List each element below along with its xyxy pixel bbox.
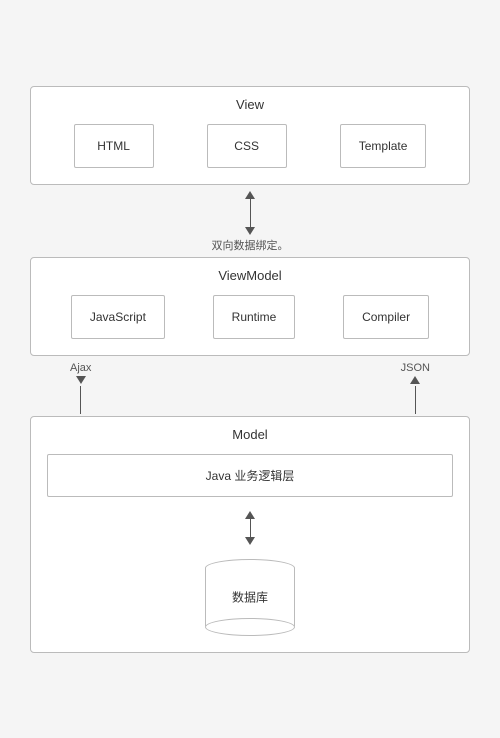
view-items: HTML CSS Template: [47, 124, 453, 168]
json-label: JSON: [401, 362, 430, 374]
db-arrow: [245, 511, 255, 545]
viewmodel-items: JavaScript Runtime Compiler: [47, 295, 453, 339]
arrowhead-up: [245, 191, 255, 199]
compiler-box: Compiler: [343, 295, 429, 339]
ajax-label: Ajax: [70, 362, 91, 374]
ajax-line: [80, 386, 81, 414]
viewmodel-title: ViewModel: [47, 268, 453, 283]
arrow-vm-model: Ajax JSON: [30, 356, 470, 416]
model-inner: Java 业务逻辑层 数据库: [47, 454, 453, 636]
java-box: Java 业务逻辑层: [47, 454, 453, 497]
model-layer: Model Java 业务逻辑层 数据库: [30, 416, 470, 653]
db-line: [250, 519, 251, 537]
javascript-box: JavaScript: [71, 295, 165, 339]
arrow-label-binding: 双向数据绑定。: [212, 237, 289, 253]
view-layer: View HTML CSS Template: [30, 86, 470, 185]
db-arrowhead-down: [245, 537, 255, 545]
cyl-rect: [205, 568, 295, 626]
html-box: HTML: [74, 124, 154, 168]
arrow-view-vm: 双向数据绑定。: [30, 185, 470, 257]
db-arrowhead-up: [245, 511, 255, 519]
arrowhead-down: [245, 227, 255, 235]
bidirectional-arrow: [245, 191, 255, 235]
css-box: CSS: [207, 124, 287, 168]
database-cylinder: 数据库: [205, 559, 295, 636]
json-arrow-col: JSON: [401, 362, 430, 414]
runtime-box: Runtime: [213, 295, 296, 339]
json-arrowhead-up: [410, 376, 420, 384]
arrow-line: [250, 199, 251, 227]
model-title: Model: [47, 427, 453, 442]
ajax-arrow-col: Ajax: [70, 362, 91, 414]
diagram: View HTML CSS Template 双向数据绑定。 ViewModel…: [20, 66, 480, 673]
cyl-bottom: [205, 618, 295, 636]
json-line: [415, 386, 416, 414]
view-title: View: [47, 97, 453, 112]
ajax-arrowhead-down: [76, 376, 86, 384]
viewmodel-layer: ViewModel JavaScript Runtime Compiler: [30, 257, 470, 356]
template-box: Template: [340, 124, 427, 168]
